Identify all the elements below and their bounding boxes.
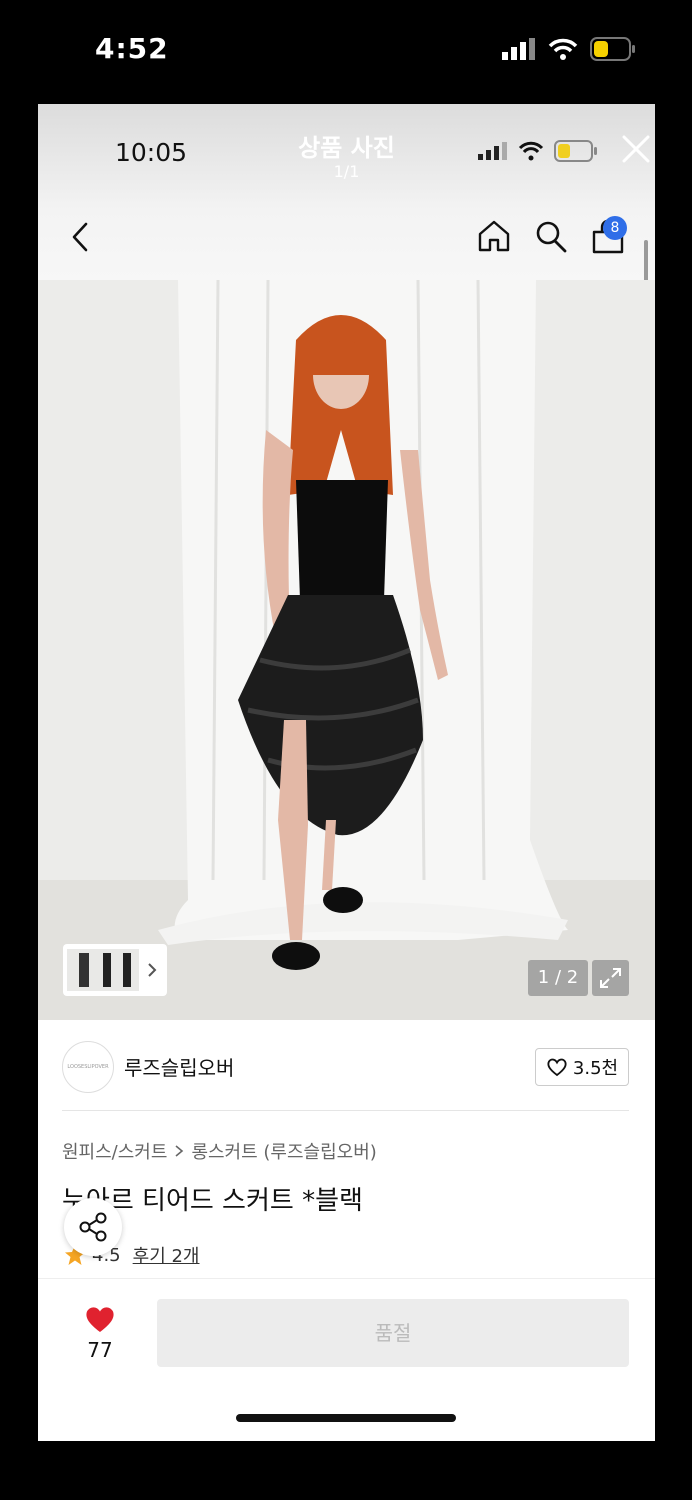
battery-icon: [554, 140, 597, 162]
share-icon[interactable]: [64, 1198, 122, 1256]
brand-name[interactable]: 루즈슬립오버: [124, 1052, 234, 1081]
brand-logo[interactable]: LOOSESLIPOVER: [62, 1041, 114, 1093]
app-screen: 10:05 상품 사진 1/1 8 1 / 2 LOOSESLIPOVER 루즈…: [38, 104, 655, 1441]
home-icon[interactable]: [476, 218, 512, 254]
photo-thumbnail[interactable]: [63, 944, 167, 996]
sold-out-button[interactable]: 품절: [157, 1299, 629, 1367]
home-indicator: [236, 1414, 456, 1422]
brand-like-count: 3.5천: [572, 1058, 619, 1079]
inner-status-icons: [478, 140, 598, 162]
breadcrumb-subcategory[interactable]: 롱스커트 (루즈슬립오버): [191, 1138, 376, 1164]
breadcrumb: 원피스/스커트 롱스커트 (루즈슬립오버): [62, 1138, 377, 1164]
back-icon[interactable]: [68, 220, 94, 254]
viewer-photo-count: 1/1: [333, 162, 360, 181]
chevron-right-icon: [148, 963, 157, 977]
wifi-icon: [548, 38, 578, 60]
battery-icon: [590, 37, 635, 61]
product-photo[interactable]: [38, 280, 655, 1020]
expand-icon[interactable]: [592, 960, 629, 996]
outer-status-time: 4:52: [95, 32, 169, 65]
search-icon[interactable]: [534, 218, 568, 254]
heart-outline-icon: [547, 1058, 567, 1077]
wish-count: 77: [87, 1338, 113, 1362]
close-icon[interactable]: [619, 132, 653, 166]
wifi-icon: [518, 141, 544, 161]
breadcrumb-category[interactable]: 원피스/스커트: [62, 1138, 167, 1164]
signal-icon: [502, 38, 535, 60]
divider: [62, 1110, 629, 1111]
brand-like-button[interactable]: 3.5천: [535, 1048, 629, 1086]
review-link[interactable]: 후기 2개: [133, 1242, 200, 1268]
outer-status-icons: [502, 37, 636, 61]
thumbnail-image: [67, 949, 139, 991]
signal-icon: [478, 142, 507, 160]
cart-count-badge: 8: [603, 216, 627, 240]
heart-icon[interactable]: [84, 1304, 116, 1334]
chevron-right-icon: [175, 1145, 184, 1157]
photo-page-indicator: 1 / 2: [528, 960, 588, 996]
